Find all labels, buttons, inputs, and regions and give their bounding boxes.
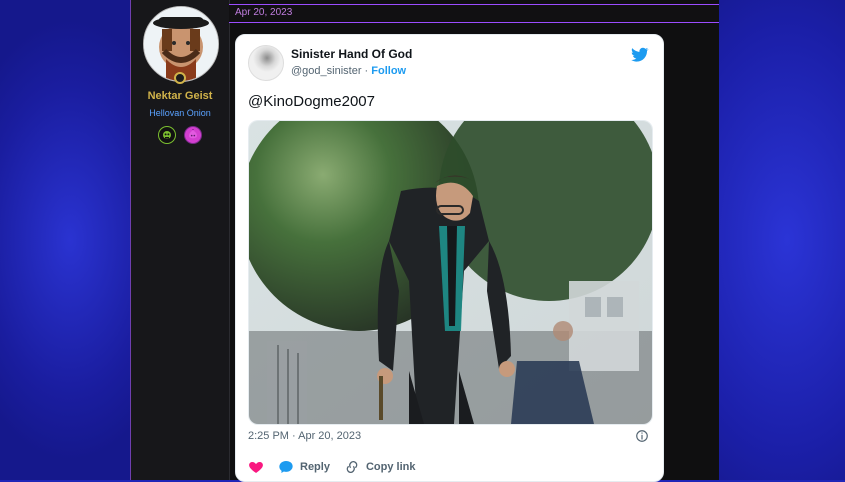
embedded-tweet[interactable]: Sinister Hand Of God @god_sinister · Fol…: [235, 34, 664, 482]
tweet-header: Sinister Hand Of God @god_sinister · Fol…: [248, 45, 651, 81]
avatar-image: [144, 7, 218, 81]
tweet-timestamp[interactable]: 2:25 PM · Apr 20, 2023: [248, 430, 361, 442]
tweet-actions: Reply Copy link: [248, 459, 415, 475]
user-info-pane: Nektar Geist Hellovan Onion: [131, 0, 230, 480]
reply-label: Reply: [300, 461, 330, 473]
tweet-image[interactable]: [248, 120, 653, 425]
tweet-handle[interactable]: @god_sinister: [291, 65, 361, 77]
info-icon[interactable]: [635, 429, 649, 443]
forum-post: Nektar Geist Hellovan Onion Apr 20, 2023…: [130, 0, 719, 482]
reply-action[interactable]: Reply: [278, 459, 330, 475]
follow-link[interactable]: Follow: [371, 65, 406, 77]
background-left-panel: [0, 0, 130, 480]
tweet-handle-row: @god_sinister · Follow: [291, 65, 406, 77]
online-status-icon: [174, 72, 186, 84]
onion-badge-icon: [184, 126, 202, 144]
background-right-panel: [717, 0, 845, 480]
post-header-bar: Apr 20, 2023: [229, 4, 719, 23]
link-icon: [346, 461, 358, 473]
username[interactable]: Nektar Geist: [131, 90, 229, 102]
user-title: Hellovan Onion: [149, 108, 211, 118]
heart-icon: [249, 462, 263, 473]
tweet-photo: [249, 121, 652, 424]
skull-badge-icon: [158, 126, 176, 144]
post-date: Apr 20, 2023: [235, 7, 293, 18]
user-badges: [131, 126, 229, 144]
copy-link-label: Copy link: [365, 461, 416, 473]
copy-link-action[interactable]: Copy link: [344, 459, 416, 475]
like-action[interactable]: [248, 459, 264, 475]
reply-icon: [279, 461, 293, 473]
avatar[interactable]: [143, 6, 219, 82]
tweet-author-name[interactable]: Sinister Hand Of God: [291, 47, 412, 61]
tweet-text[interactable]: @KinoDogme2007: [248, 93, 375, 110]
tweet-author-avatar[interactable]: [248, 45, 284, 81]
twitter-bird-icon[interactable]: [629, 45, 649, 65]
